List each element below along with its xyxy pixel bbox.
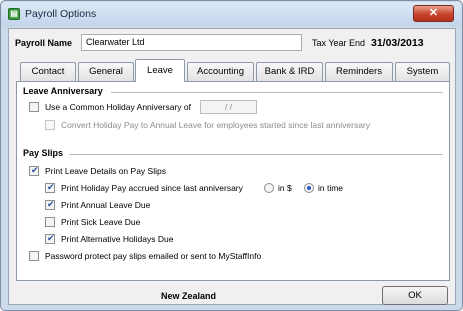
- leave-tab-panel: Leave Anniversary Use a Common Holiday A…: [16, 81, 450, 281]
- print-annual-leave-checkbox[interactable]: [45, 199, 55, 210]
- dialog-body: Payroll Name Clearwater Ltd Tax Year End…: [8, 28, 456, 305]
- window-title: Payroll Options: [25, 8, 97, 20]
- print-leave-details-checkbox[interactable]: [29, 165, 39, 176]
- common-holiday-checkbox[interactable]: [29, 102, 39, 112]
- close-button[interactable]: ✕: [413, 5, 454, 22]
- convert-holiday-checkbox[interactable]: [45, 120, 55, 130]
- tab-general[interactable]: General: [78, 62, 134, 81]
- tab-contact[interactable]: Contact: [20, 62, 76, 81]
- print-sick-leave-label: Print Sick Leave Due: [61, 217, 141, 227]
- payroll-options-window: ▤ Payroll Options ✕ Payroll Name Clearwa…: [0, 0, 463, 311]
- tab-bank-ird[interactable]: Bank & IRD: [256, 62, 323, 81]
- tab-system[interactable]: System: [395, 62, 450, 81]
- tab-strip: Contact General Leave Accounting Bank & …: [16, 59, 450, 82]
- tax-year-end-value: 31/03/2013: [371, 37, 424, 49]
- print-annual-leave-label: Print Annual Leave Due: [61, 200, 151, 210]
- section-divider: [111, 92, 443, 93]
- radio-in-time-label: in time: [318, 183, 344, 193]
- radio-in-time[interactable]: [304, 183, 314, 193]
- tab-reminders[interactable]: Reminders: [325, 62, 393, 81]
- payroll-name-input[interactable]: Clearwater Ltd: [81, 34, 302, 51]
- payroll-name-label: Payroll Name: [15, 38, 73, 48]
- radio-in-dollars[interactable]: [264, 183, 274, 193]
- tab-accounting[interactable]: Accounting: [187, 62, 254, 81]
- tab-leave[interactable]: Leave: [135, 59, 185, 82]
- convert-holiday-label: Convert Holiday Pay to Annual Leave for …: [61, 120, 370, 130]
- leave-anniversary-heading: Leave Anniversary: [23, 86, 103, 96]
- title-bar[interactable]: ▤ Payroll Options ✕: [2, 2, 461, 26]
- password-protect-label: Password protect pay slips emailed or se…: [45, 251, 262, 261]
- print-holiday-pay-checkbox[interactable]: [45, 182, 55, 193]
- print-leave-details-label: Print Leave Details on Pay Slips: [45, 166, 166, 176]
- password-protect-checkbox[interactable]: [29, 251, 39, 261]
- print-alternative-holidays-checkbox[interactable]: [45, 233, 55, 244]
- ok-button[interactable]: OK: [382, 286, 448, 305]
- app-icon: ▤: [8, 8, 20, 20]
- tax-year-end-label: Tax Year End: [312, 38, 366, 48]
- holiday-anniversary-date-input[interactable]: / /: [200, 100, 257, 114]
- print-holiday-pay-label: Print Holiday Pay accrued since last ann…: [61, 183, 243, 193]
- pay-slips-heading: Pay Slips: [23, 148, 64, 158]
- common-holiday-label: Use a Common Holiday Anniversary of: [45, 102, 191, 112]
- radio-in-dollars-label: in $: [278, 183, 292, 193]
- country-label: New Zealand: [161, 291, 217, 301]
- print-sick-leave-checkbox[interactable]: [45, 217, 55, 227]
- print-alternative-holidays-label: Print Alternative Holidays Due: [61, 234, 174, 244]
- section-divider: [69, 154, 443, 155]
